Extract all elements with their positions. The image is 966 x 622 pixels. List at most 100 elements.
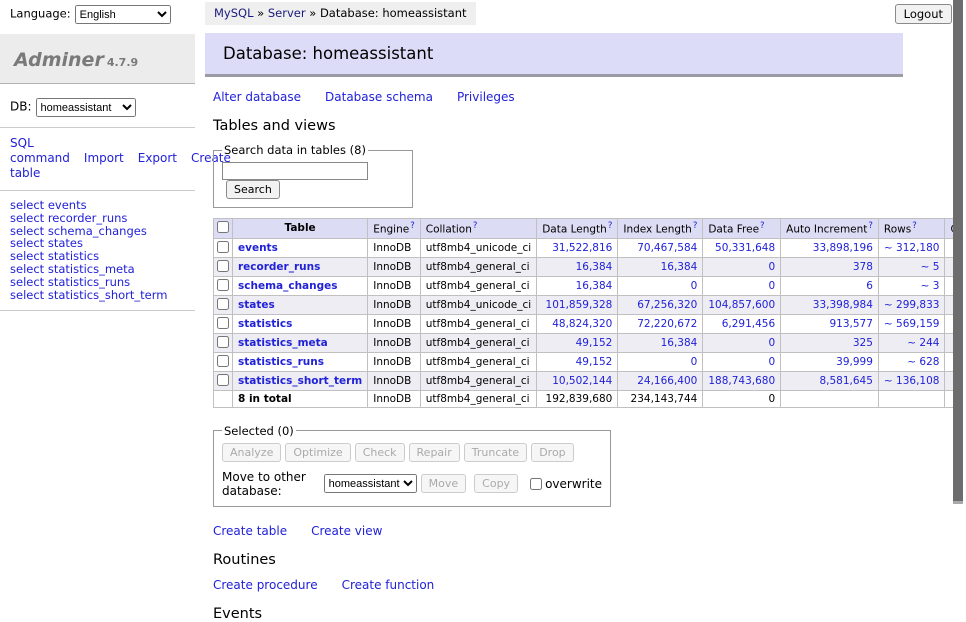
data-free-cell-link[interactable]: 0: [768, 261, 775, 273]
column-doc-link[interactable]: ?: [410, 221, 415, 231]
data-length-cell-link[interactable]: 49,152: [576, 356, 613, 368]
table-name-link[interactable]: statistics_meta: [238, 337, 328, 349]
rows-cell-link[interactable]: ~ 628: [907, 356, 939, 368]
column-doc-link[interactable]: ?: [868, 221, 873, 231]
data-free-cell-link[interactable]: 50,331,648: [715, 242, 775, 254]
table-name-link[interactable]: statistics_short_term: [238, 375, 362, 387]
database-action-link[interactable]: Privileges: [457, 90, 515, 104]
column-doc-link[interactable]: ?: [473, 221, 478, 231]
app-title[interactable]: Adminer: [14, 49, 104, 71]
data-length-cell-link[interactable]: 49,152: [576, 337, 613, 349]
data-length-cell-link[interactable]: 10,502,144: [552, 375, 612, 387]
sidebar-select-link[interactable]: select statistics_runs: [10, 276, 185, 289]
create-link[interactable]: Create table: [213, 524, 287, 538]
table-name-link[interactable]: statistics_runs: [238, 356, 324, 368]
rows-cell-link[interactable]: ~ 244: [907, 337, 939, 349]
breadcrumb-link[interactable]: MySQL: [214, 6, 254, 20]
check-button[interactable]: Check: [355, 443, 405, 462]
index-length-cell-link[interactable]: 70,467,584: [637, 242, 697, 254]
index-length-cell-link[interactable]: 0: [691, 356, 698, 368]
data-length-cell-link[interactable]: 16,384: [576, 280, 613, 292]
auto-increment-cell: 39,999: [781, 352, 879, 371]
sidebar-action-link[interactable]: Import: [84, 151, 124, 165]
routine-create-link[interactable]: Create function: [342, 578, 435, 592]
overwrite-checkbox[interactable]: [530, 478, 542, 490]
data-free-cell-link[interactable]: 188,743,680: [708, 375, 775, 387]
data-free-cell-link[interactable]: 0: [768, 280, 775, 292]
table-name-link[interactable]: schema_changes: [238, 280, 338, 292]
auto-increment-cell-link[interactable]: 33,398,984: [813, 299, 873, 311]
row-checkbox[interactable]: [217, 241, 229, 253]
row-checkbox[interactable]: [217, 317, 229, 329]
column-doc-link[interactable]: ?: [608, 221, 613, 231]
routine-create-link[interactable]: Create procedure: [213, 578, 318, 592]
auto-increment-cell-link[interactable]: 325: [853, 337, 873, 349]
database-action-link[interactable]: Database schema: [325, 90, 433, 104]
move-button[interactable]: Move: [421, 474, 467, 493]
rows-cell-link[interactable]: ~ 136,108: [884, 375, 940, 387]
optimize-button[interactable]: Optimize: [285, 443, 350, 462]
db-select[interactable]: homeassistant: [36, 98, 136, 117]
language-select[interactable]: English: [75, 5, 171, 24]
create-link[interactable]: Create view: [311, 524, 382, 538]
move-database-select[interactable]: homeassistant: [324, 474, 417, 493]
index-length-cell-link[interactable]: 0: [691, 280, 698, 292]
data-length-cell-link[interactable]: 48,824,320: [552, 318, 612, 330]
search-input[interactable]: [222, 162, 368, 180]
rows-cell-link[interactable]: ~ 312,180: [884, 242, 940, 254]
column-doc-link[interactable]: ?: [912, 221, 917, 231]
table-name-link[interactable]: statistics: [238, 318, 292, 330]
search-button[interactable]: Search: [226, 180, 280, 199]
scrollbar-thumb[interactable]: [953, 0, 963, 504]
data-free-cell-link[interactable]: 0: [768, 356, 775, 368]
row-checkbox[interactable]: [217, 355, 229, 367]
logout-button[interactable]: Logout: [895, 4, 952, 24]
table-name-link[interactable]: recorder_runs: [238, 261, 320, 273]
database-action-link[interactable]: Alter database: [213, 90, 301, 104]
auto-increment-cell-link[interactable]: 39,999: [836, 356, 873, 368]
rows-cell-link[interactable]: ~ 569,159: [884, 318, 940, 330]
truncate-button[interactable]: Truncate: [464, 443, 527, 462]
row-checkbox[interactable]: [217, 336, 229, 348]
rows-cell-link[interactable]: ~ 299,833: [884, 299, 940, 311]
rows-cell-link[interactable]: ~ 5: [921, 261, 940, 273]
sidebar-action-link[interactable]: SQL command: [10, 136, 70, 165]
index-length-cell-link[interactable]: 67,256,320: [637, 299, 697, 311]
drop-button[interactable]: Drop: [531, 443, 573, 462]
index-length-cell-link[interactable]: 16,384: [661, 261, 698, 273]
repair-button[interactable]: Repair: [409, 443, 460, 462]
auto-increment-cell-link[interactable]: 6: [866, 280, 873, 292]
table-name-link[interactable]: events: [238, 242, 278, 254]
sidebar-select-link[interactable]: select events: [10, 199, 185, 212]
data-free-cell-link[interactable]: 104,857,600: [708, 299, 775, 311]
index-length-cell-link[interactable]: 72,220,672: [637, 318, 697, 330]
breadcrumb-link[interactable]: Server: [268, 6, 306, 20]
analyze-button[interactable]: Analyze: [222, 443, 281, 462]
auto-increment-cell-link[interactable]: 378: [853, 261, 873, 273]
row-checkbox[interactable]: [217, 260, 229, 272]
db-label: DB:: [10, 100, 32, 114]
row-checkbox[interactable]: [217, 279, 229, 291]
column-doc-link[interactable]: ?: [760, 221, 765, 231]
auto-increment-cell-link[interactable]: 8,581,645: [819, 375, 872, 387]
index-length-cell-link[interactable]: 24,166,400: [637, 375, 697, 387]
rows-cell-link[interactable]: ~ 3: [921, 280, 940, 292]
select-all-checkbox[interactable]: [217, 221, 229, 233]
data-length-cell-link[interactable]: 16,384: [576, 261, 613, 273]
auto-increment-cell-link[interactable]: 913,577: [830, 318, 873, 330]
row-checkbox[interactable]: [217, 374, 229, 386]
data-free-cell-link[interactable]: 0: [768, 337, 775, 349]
sidebar-select-link[interactable]: select recorder_runs: [10, 212, 185, 225]
data-length-cell-link[interactable]: 31,522,816: [552, 242, 612, 254]
data-length-cell-link[interactable]: 101,859,328: [546, 299, 613, 311]
data-free-cell-link[interactable]: 6,291,456: [722, 318, 775, 330]
column-doc-link[interactable]: ?: [693, 221, 698, 231]
auto-increment-cell-link[interactable]: 33,898,196: [813, 242, 873, 254]
row-checkbox[interactable]: [217, 298, 229, 310]
copy-button[interactable]: Copy: [474, 474, 518, 493]
index-length-cell-link[interactable]: 16,384: [661, 337, 698, 349]
sidebar-select-link[interactable]: select statistics_short_term: [10, 289, 185, 302]
table-name-link[interactable]: states: [238, 299, 275, 311]
sidebar-select-link[interactable]: select statistics_meta: [10, 263, 185, 276]
sidebar-action-link[interactable]: Export: [138, 151, 177, 165]
